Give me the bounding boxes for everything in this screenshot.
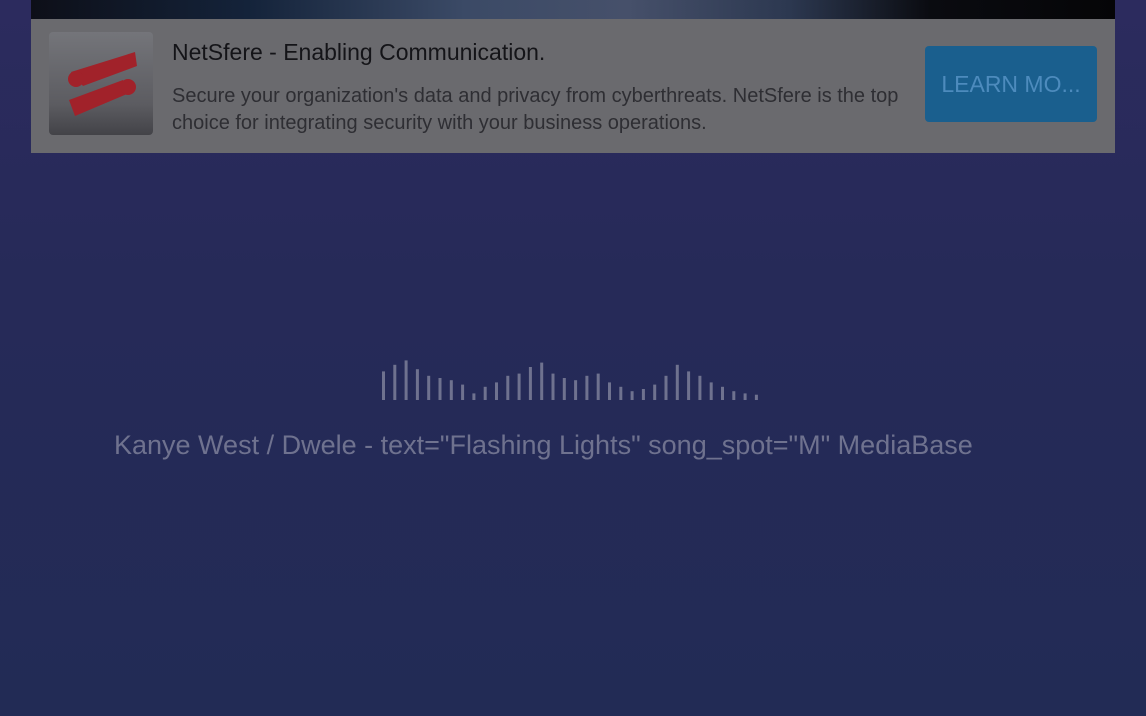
- netsfere-logo-icon: [49, 32, 153, 135]
- waveform-bar: [551, 373, 555, 400]
- waveform-bar: [698, 375, 702, 400]
- waveform-bar: [608, 382, 611, 400]
- waveform-bar: [630, 391, 634, 400]
- ad-media-image[interactable]: [31, 0, 1115, 19]
- waveform-bar: [495, 382, 498, 400]
- waveform-bar: [540, 362, 544, 400]
- waveform-bar: [472, 393, 476, 400]
- waveform-bar: [449, 380, 453, 400]
- waveform-bar: [483, 386, 487, 400]
- ad-description: Secure your organization's data and priv…: [172, 85, 899, 134]
- learn-more-button[interactable]: LEARN MO...: [925, 46, 1097, 122]
- waveform-bar: [415, 369, 419, 400]
- waveform-bar: [721, 386, 724, 400]
- waveform-bar: [574, 380, 578, 400]
- waveform-bar: [393, 364, 397, 400]
- ad-title: NetSfere - Enabling Communication.: [172, 39, 546, 65]
- waveform-bar: [461, 384, 465, 400]
- waveform-bar: [596, 373, 600, 400]
- waveform-bar: [619, 386, 623, 400]
- waveform-bar: [438, 378, 442, 400]
- waveform-bar: [382, 371, 385, 400]
- waveform-bar: [709, 382, 713, 400]
- waveform-bar: [528, 367, 532, 400]
- waveform-bar: [641, 389, 645, 400]
- waveform-bar: [517, 373, 521, 400]
- ad-banner[interactable]: NetSfere - Enabling Communication. Secur…: [31, 19, 1115, 153]
- waveform-bar: [562, 378, 566, 400]
- waveform-bar: [506, 375, 510, 400]
- waveform-bar: [743, 393, 747, 400]
- waveform-bar: [404, 360, 408, 400]
- waveform-bar: [664, 375, 668, 400]
- waveform-bar: [653, 384, 657, 400]
- waveform-bar: [754, 394, 758, 400]
- waveform-bar: [427, 375, 431, 400]
- waveform-bar: [687, 371, 691, 400]
- waveform-bar: [585, 375, 589, 400]
- waveform-bar: [732, 391, 736, 400]
- audio-waveform-icon: [380, 352, 770, 404]
- waveform-bar: [675, 364, 679, 400]
- track-info-text: Kanye West / Dwele - text="Flashing Ligh…: [114, 430, 973, 460]
